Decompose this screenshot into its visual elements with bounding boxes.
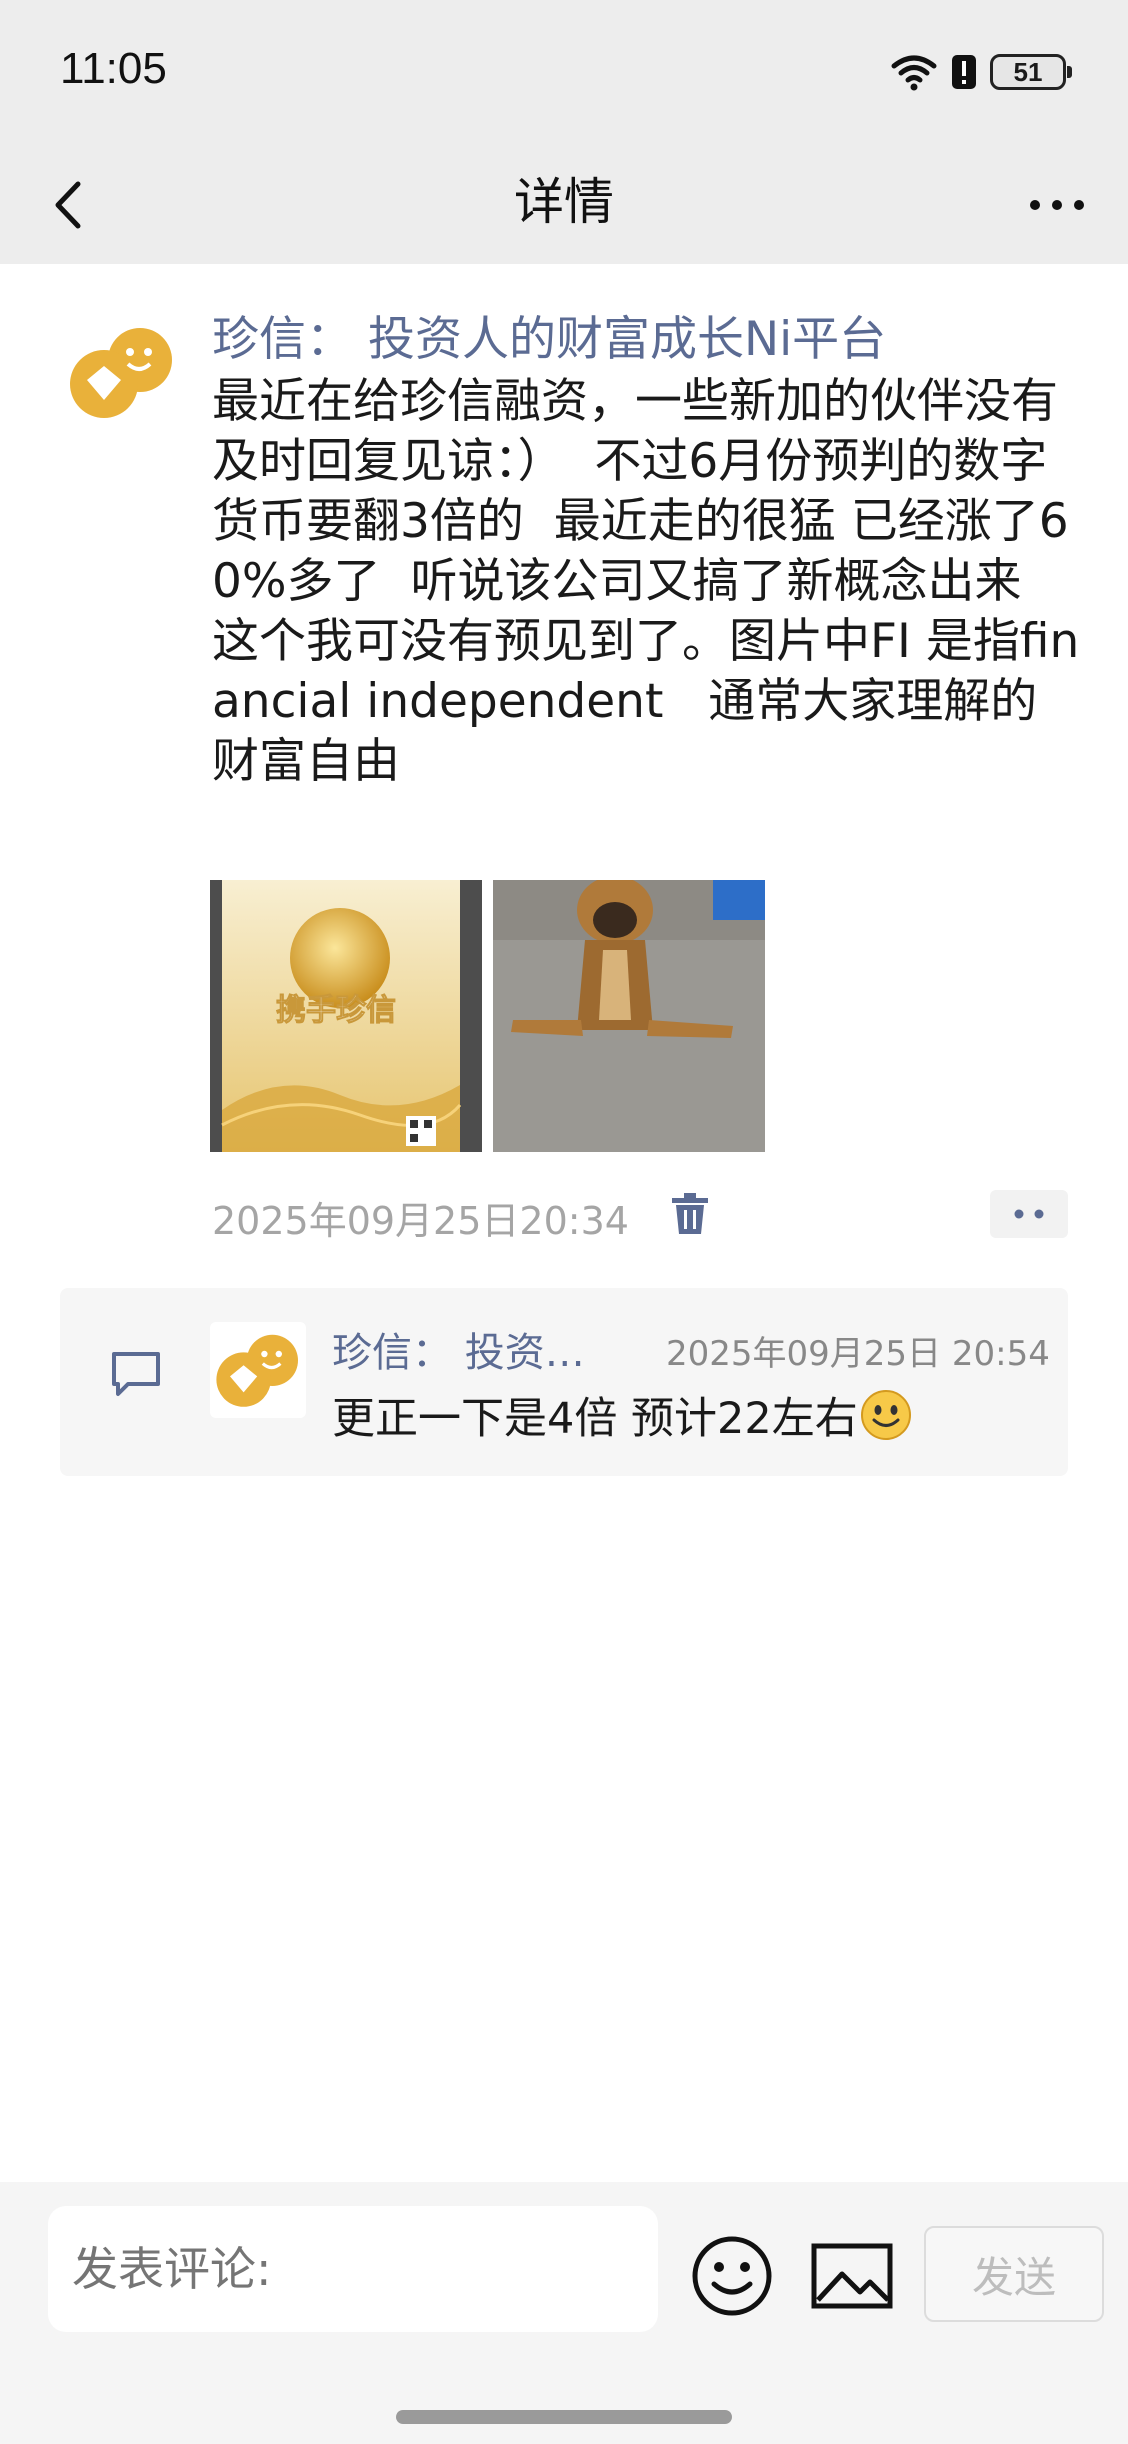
post-author-name[interactable]: 珍信： 投资人的财富成长Ni平台	[212, 300, 886, 369]
page-title: 详情	[514, 173, 614, 231]
comment-composer: 发送	[0, 2182, 1128, 2444]
author-avatar[interactable]	[62, 322, 182, 422]
alert-icon	[952, 55, 976, 89]
post-image-2[interactable]	[493, 880, 765, 1152]
home-indicator[interactable]	[396, 2410, 732, 2424]
commenter-avatar[interactable]	[210, 1322, 306, 1418]
image-picker-icon[interactable]	[810, 2240, 894, 2312]
post-timestamp: 2025年09月25日20:34	[212, 1199, 629, 1243]
comment-section: 珍信： 投资… 2025年09月25日 20:54 更正一下是4倍 预计22左右	[60, 1288, 1068, 1476]
comment-icon	[112, 1352, 160, 1396]
comment-input[interactable]	[48, 2206, 658, 2332]
comment-author-name[interactable]: 珍信： 投资…	[332, 1320, 585, 1378]
status-time: 11:05	[60, 44, 167, 93]
poster-caption: 携手珍信	[276, 993, 396, 1028]
emoji-icon[interactable]	[690, 2234, 774, 2318]
smile-emoji-icon	[860, 1390, 911, 1440]
comment-text: 更正一下是4倍 预计22左右	[332, 1394, 858, 1444]
comment-text-row: 更正一下是4倍 预计22左右	[332, 1384, 912, 1446]
battery-icon: 51	[990, 54, 1072, 90]
battery-level: 51	[1013, 56, 1043, 87]
wifi-icon	[891, 55, 937, 91]
two-dots-icon	[1014, 1209, 1044, 1219]
status-icons: 51	[890, 52, 1072, 92]
delete-trash-icon[interactable]	[668, 1190, 712, 1238]
comment-timestamp: 2025年09月25日 20:54	[666, 1334, 1050, 1374]
post-image-1[interactable]: 携手珍信	[210, 880, 482, 1152]
dog-photo-image	[493, 880, 765, 1152]
post-text: 最近在给珍信融资，一些新加的伙伴没有及时回复见谅：） 不过6月份预判的数字货币要…	[212, 374, 1080, 789]
send-button[interactable]: 发送	[924, 2226, 1104, 2322]
post-actions-button[interactable]	[990, 1190, 1068, 1238]
status-bar: 11:05 51	[0, 0, 1128, 150]
promo-poster-image: 携手珍信	[210, 880, 482, 1152]
